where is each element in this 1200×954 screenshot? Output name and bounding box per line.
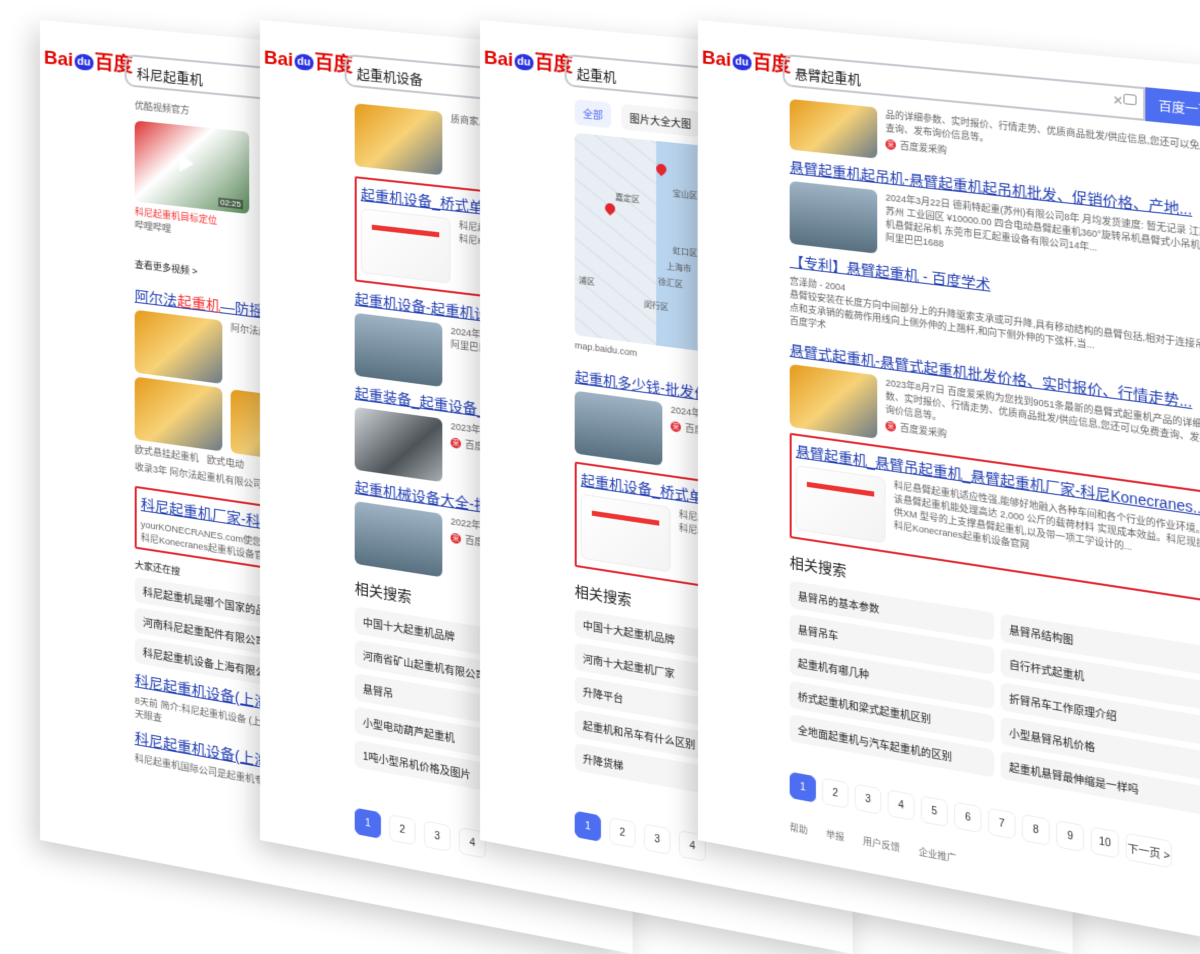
video-duration: 02:25: [218, 197, 244, 210]
map-pin-icon[interactable]: [602, 201, 618, 216]
result-image[interactable]: [789, 98, 878, 159]
logo-text-left: Bai: [43, 47, 74, 72]
footer-link[interactable]: 用户反馈: [863, 834, 900, 854]
map-label: 上海市: [666, 261, 692, 274]
source-icon: 采: [450, 532, 461, 544]
next-page-button[interactable]: 下一页 >: [1125, 832, 1172, 869]
baidu-logo[interactable]: Bai du 百度: [44, 42, 133, 77]
page-button[interactable]: 3: [423, 820, 451, 853]
result-image[interactable]: [354, 406, 443, 483]
logo-paw-badge: du: [732, 53, 752, 72]
result-image[interactable]: [354, 500, 443, 578]
baidu-logo[interactable]: Bai du 百度: [484, 42, 573, 77]
logo-text-left: Bai: [483, 47, 514, 72]
title-highlight: 起重机: [177, 292, 221, 315]
play-icon: [179, 153, 194, 174]
title-part: 阿尔法: [134, 287, 178, 309]
source-icon: 采: [885, 420, 896, 432]
tab-all[interactable]: 全部: [574, 99, 612, 129]
page-button[interactable]: 10: [1090, 826, 1120, 859]
map-label: 嘉定区: [615, 192, 640, 205]
baidu-logo[interactable]: Bai du 百度: [264, 42, 353, 77]
result-image[interactable]: [789, 180, 878, 254]
search-button[interactable]: 百度一下: [1145, 87, 1200, 129]
map-label: 徐汇区: [658, 277, 684, 290]
map-pin-icon[interactable]: [654, 161, 669, 177]
result-image[interactable]: [360, 208, 451, 284]
map-label: 宝山区: [672, 188, 698, 201]
source-icon: 采: [450, 436, 461, 449]
camera-icon[interactable]: [1123, 93, 1137, 106]
page-button[interactable]: 1: [354, 807, 381, 839]
footer-link[interactable]: 举报: [826, 827, 844, 844]
page-button[interactable]: 1: [574, 810, 601, 842]
map-label: 闵行区: [643, 299, 669, 313]
page-button[interactable]: 2: [609, 817, 636, 849]
page-button[interactable]: 1: [789, 771, 816, 803]
result-image[interactable]: [354, 312, 443, 388]
video-thumbnail[interactable]: 02:25: [134, 120, 250, 215]
result-image[interactable]: [580, 493, 671, 573]
page-button[interactable]: 5: [920, 795, 948, 828]
page-button[interactable]: 3: [643, 823, 671, 856]
page-button[interactable]: 3: [854, 783, 882, 815]
page-button[interactable]: 9: [1056, 819, 1085, 853]
result-image[interactable]: [134, 376, 223, 452]
page-button[interactable]: 6: [954, 801, 982, 834]
result-image[interactable]: [354, 103, 443, 176]
logo-paw-badge: du: [514, 53, 534, 72]
map-label: 虹口区: [672, 246, 698, 259]
image-caption[interactable]: 欧式电动: [207, 453, 244, 472]
result-image[interactable]: [574, 390, 663, 466]
source-icon: 采: [885, 138, 896, 150]
map-label: 浦区: [578, 275, 595, 287]
clear-icon[interactable]: ✕: [1112, 93, 1123, 109]
result-image[interactable]: [134, 309, 223, 385]
map-widget[interactable]: 宝山区 嘉定区 虹口区 上海市 徐汇区 浦区 闵行区: [574, 132, 698, 351]
result-image[interactable]: [789, 363, 878, 439]
result-image[interactable]: [795, 464, 886, 544]
logo-paw-badge: du: [74, 53, 94, 72]
tab-images[interactable]: 图片大全大图: [621, 103, 700, 138]
page-button[interactable]: 2: [822, 777, 849, 809]
baidu-logo[interactable]: Bai du 百度: [702, 42, 791, 77]
page-button[interactable]: 7: [987, 807, 1016, 840]
source-label: 百度爱采购: [899, 140, 947, 156]
logo-paw-badge: du: [294, 53, 314, 72]
logo-text-left: Bai: [701, 47, 732, 72]
search-result-panel-4: Bai du 百度 悬臂起重机 ✕ 百度一下 品的详细参数、实时报价、行情走势、优质…: [698, 20, 1200, 942]
page-button[interactable]: 8: [1021, 813, 1050, 846]
source-icon: 采: [670, 420, 681, 433]
page-button[interactable]: 4: [887, 789, 915, 821]
page-button[interactable]: 2: [389, 813, 416, 846]
logo-text-left: Bai: [263, 47, 294, 72]
footer-link[interactable]: 帮助: [790, 820, 808, 837]
